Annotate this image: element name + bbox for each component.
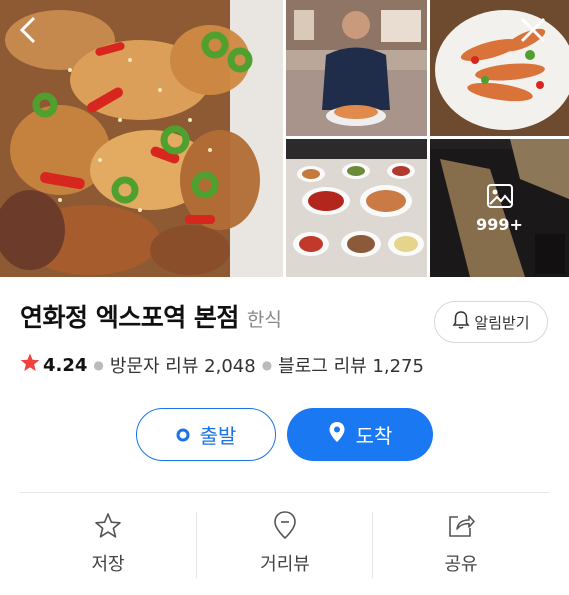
more-photos-count: 999+ xyxy=(476,214,523,234)
divider xyxy=(20,492,549,493)
share-icon xyxy=(446,508,476,542)
photo-gallery: 999+ xyxy=(0,0,569,277)
photo-owner[interactable] xyxy=(286,0,427,136)
start-button[interactable]: 출발 xyxy=(136,408,276,461)
destination-label: 도착 xyxy=(355,424,393,448)
star-outline-icon xyxy=(94,508,122,542)
place-category: 한식 xyxy=(246,309,282,331)
separator-dot: ● xyxy=(261,358,273,372)
place-header: 연화정 엑스포역 본점 한식 xyxy=(20,298,282,334)
back-button[interactable] xyxy=(10,14,46,50)
star-icon xyxy=(20,353,40,377)
close-button[interactable] xyxy=(515,14,551,50)
alarm-button[interactable]: 알림받기 xyxy=(434,301,548,343)
bell-icon xyxy=(452,310,470,334)
visitor-reviews-link[interactable]: 방문자 리뷰 2,048 xyxy=(110,352,256,378)
alarm-label: 알림받기 xyxy=(474,313,530,332)
place-name: 연화정 엑스포역 본점 xyxy=(20,303,239,332)
rating-value: 4.24 xyxy=(43,354,88,376)
location-pin-icon xyxy=(328,421,346,448)
save-button[interactable]: 저장 xyxy=(20,508,196,586)
rating-row: 4.24 ● 방문자 리뷰 2,048 ● 블로그 리뷰 1,275 xyxy=(20,352,424,378)
destination-button[interactable]: 도착 xyxy=(287,408,433,461)
close-icon xyxy=(519,16,547,48)
chevron-left-icon xyxy=(17,15,39,49)
save-label: 저장 xyxy=(91,554,125,575)
separator-dot: ● xyxy=(93,358,104,372)
more-photos-overlay[interactable]: 999+ xyxy=(430,139,569,277)
street-view-button[interactable]: 거리뷰 xyxy=(197,508,373,586)
photo-table-spread[interactable] xyxy=(286,139,427,277)
origin-dot-icon xyxy=(176,423,190,447)
start-label: 출발 xyxy=(199,424,237,448)
street-view-pin-icon xyxy=(272,508,298,542)
street-view-label: 거리뷰 xyxy=(260,554,310,575)
blog-reviews-link[interactable]: 블로그 리뷰 1,275 xyxy=(278,352,424,378)
share-button[interactable]: 공유 xyxy=(373,508,549,586)
image-icon xyxy=(486,183,514,209)
photo-more[interactable]: 999+ xyxy=(430,139,569,277)
share-label: 공유 xyxy=(444,554,478,575)
